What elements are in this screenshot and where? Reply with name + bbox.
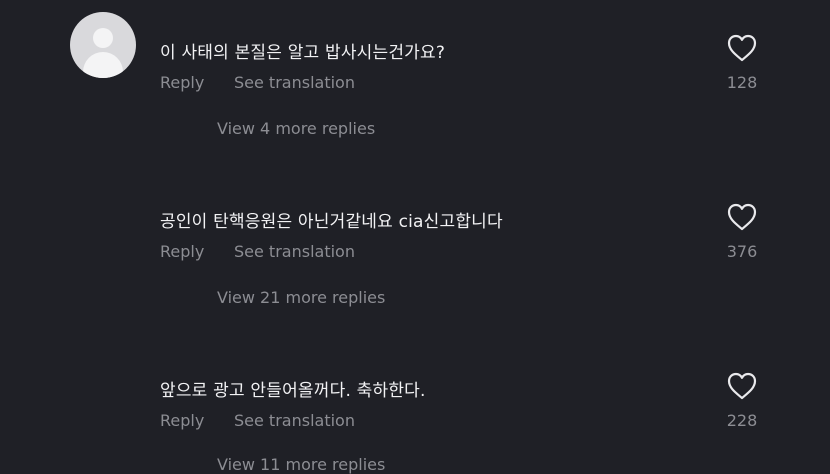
reply-button[interactable]: Reply [160,411,204,430]
avatar-head-shape [93,28,113,48]
view-more-replies-button[interactable]: View 4 more replies [217,119,375,138]
see-translation-button[interactable]: See translation [234,411,355,430]
avatar-body-shape [83,52,123,78]
like-count: 128 [726,73,758,92]
comment-text: 공인이 탄핵응원은 아닌거같네요 cia신고합니다 [160,212,503,232]
like-count: 228 [726,411,758,430]
avatar[interactable] [70,12,136,78]
like-count: 376 [726,242,758,261]
see-translation-button[interactable]: See translation [234,73,355,92]
heart-outline-icon [727,203,757,231]
like-button[interactable] [722,34,762,62]
heart-outline-icon [727,372,757,400]
comment-text: 이 사태의 본질은 알고 밥사시는건가요? [160,43,446,63]
like-button[interactable] [722,203,762,231]
heart-outline-icon [727,34,757,62]
like-button[interactable] [722,372,762,400]
view-more-replies-button[interactable]: View 21 more replies [217,288,385,307]
reply-button[interactable]: Reply [160,73,204,92]
see-translation-button[interactable]: See translation [234,242,355,261]
reply-button[interactable]: Reply [160,242,204,261]
comment-text: 앞으로 광고 안들어올꺼다. 축하한다. [160,381,426,401]
view-more-replies-button[interactable]: View 11 more replies [217,455,385,474]
